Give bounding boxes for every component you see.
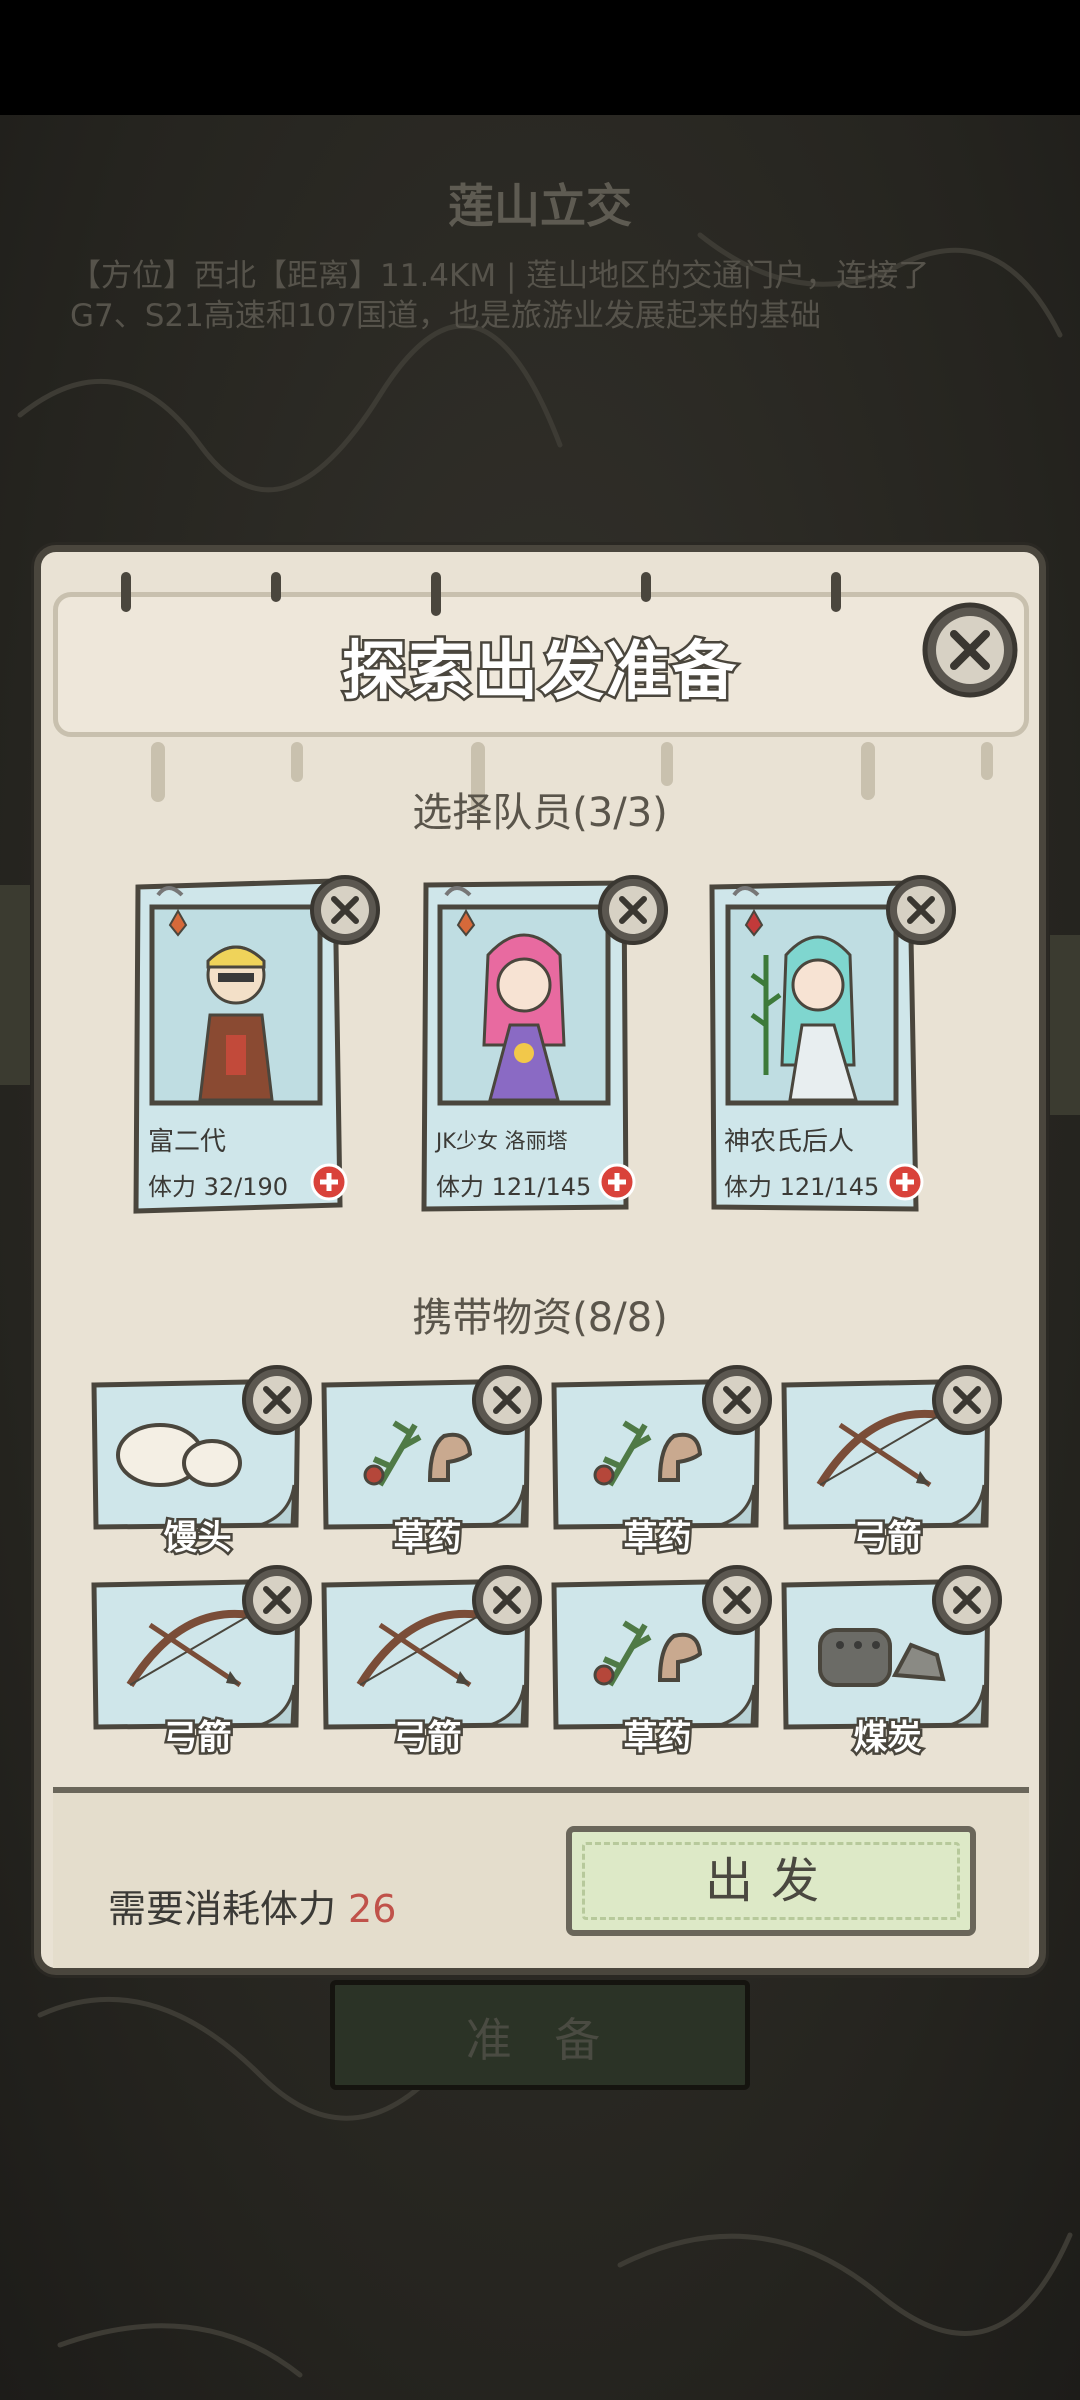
supply-item[interactable]: 馒头	[90, 1365, 312, 1561]
item-label: 弓箭	[161, 1716, 234, 1761]
remove-member-icon[interactable]	[596, 873, 670, 947]
remove-item-icon[interactable]	[700, 1563, 774, 1637]
lolita-girl-portrait	[482, 933, 566, 1102]
supply-item[interactable]: 草药	[320, 1365, 542, 1561]
stamina-cost-label: 需要消耗体力	[108, 1887, 337, 1931]
member-stamina: 体力 121/145	[724, 1173, 880, 1201]
location-description: 【方位】西北【距离】11.4KM | 莲山地区的交通门户，连接了G7、S21高速…	[70, 258, 930, 334]
heal-plus-icon[interactable]	[886, 1163, 924, 1201]
item-label: 馒头	[161, 1516, 234, 1561]
stamina-cost-text: 需要消耗体力 26	[108, 1878, 396, 1933]
item-label: 草药	[621, 1516, 694, 1561]
member-stamina: 体力 32/190	[148, 1173, 289, 1201]
supply-item[interactable]: 弓箭	[320, 1565, 542, 1761]
member-name: JK少女 洛丽塔	[436, 1129, 568, 1153]
location-title: 莲山立交	[448, 179, 632, 233]
remove-item-icon[interactable]	[930, 1563, 1004, 1637]
supply-item[interactable]: 草药	[550, 1365, 772, 1561]
item-label: 煤炭	[851, 1716, 924, 1761]
heal-plus-icon[interactable]	[310, 1163, 348, 1201]
item-label: 草药	[621, 1716, 694, 1761]
remove-item-icon[interactable]	[470, 1363, 544, 1437]
prepare-button[interactable]: 准 备	[330, 1980, 750, 2090]
remove-item-icon[interactable]	[240, 1363, 314, 1437]
expedition-dialog	[34, 545, 1046, 1975]
dialog-title: 探索出发准备	[340, 633, 739, 712]
member-card[interactable]: 神农氏后人 体力 121/145	[706, 875, 956, 1215]
rich-heir-portrait	[198, 945, 274, 1102]
supply-item[interactable]: 弓箭	[780, 1365, 1002, 1561]
item-label: 弓箭	[391, 1716, 464, 1761]
remove-item-icon[interactable]	[470, 1563, 544, 1637]
close-icon	[922, 602, 1018, 698]
remove-member-icon[interactable]	[308, 873, 382, 947]
remove-item-icon[interactable]	[240, 1563, 314, 1637]
member-card[interactable]: 富二代 体力 32/190	[130, 875, 380, 1215]
supply-item[interactable]: 弓箭	[90, 1565, 312, 1761]
member-stamina: 体力 121/145	[436, 1173, 592, 1201]
item-label: 草药	[391, 1516, 464, 1561]
member-name: 富二代	[148, 1127, 227, 1157]
supply-item[interactable]: 草药	[550, 1565, 772, 1761]
close-dialog-button[interactable]	[920, 600, 1020, 700]
remove-item-icon[interactable]	[930, 1363, 1004, 1437]
depart-button-frame	[582, 1842, 960, 1920]
heal-plus-icon[interactable]	[598, 1163, 636, 1201]
item-label: 弓箭	[851, 1516, 924, 1561]
depart-button[interactable]: 出发	[566, 1826, 976, 1936]
items-section-title: 携带物资(8/8)	[412, 1295, 668, 1341]
remove-member-icon[interactable]	[884, 873, 958, 947]
member-name: 神农氏后人	[724, 1127, 855, 1157]
remove-item-icon[interactable]	[700, 1363, 774, 1437]
stamina-cost-value: 26	[348, 1887, 397, 1931]
team-section-title: 选择队员(3/3)	[412, 790, 668, 836]
status-bar	[0, 0, 1080, 115]
supply-item[interactable]: 煤炭	[780, 1565, 1002, 1761]
member-card[interactable]: JK少女 洛丽塔 体力 121/145	[418, 875, 668, 1215]
